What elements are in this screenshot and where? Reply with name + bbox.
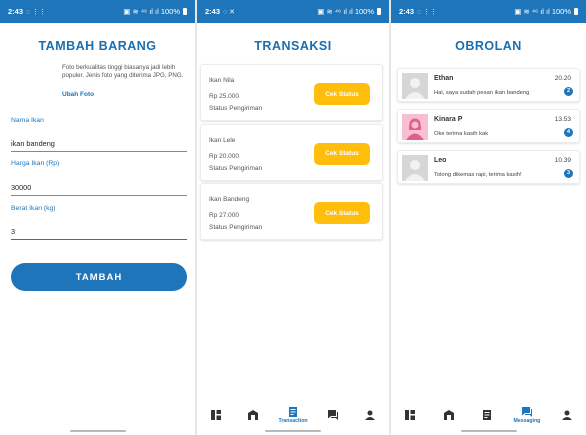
transaction-list: Ikan Nila Rp 25.000 Status Pengiriman Ce… [200, 64, 383, 243]
nav-messaging[interactable]: Messaging [513, 406, 541, 424]
nav-messaging[interactable] [321, 410, 345, 420]
transaction-item-name: Ikan Nila [209, 77, 235, 84]
home-indicator[interactable] [460, 429, 517, 432]
transaction-item-status: Status Pengiriman [209, 105, 263, 112]
unread-badge: 4 [564, 128, 573, 137]
messaging-icon [521, 406, 532, 417]
profile-icon [561, 410, 572, 420]
notification-icons: ◌ ⋮⋮ [26, 8, 47, 16]
transaction-icon [483, 410, 492, 420]
transaction-item-status: Status Pengiriman [209, 164, 263, 172]
page-title: OBROLAN [455, 39, 522, 53]
transaction-card: Ikan Lele Rp 20.000 Status Pengiriman Ce… [200, 123, 383, 181]
screen-obrolan: 2:43 ◌ ⋮⋮ ▣ ≋ ⁴⁶ ıl ıl 100% OBROLAN Etha… [391, 0, 586, 435]
nav-transaction[interactable] [475, 410, 499, 420]
unread-badge: 2 [564, 87, 573, 96]
chat-item[interactable]: Leo Tolong dikemas rapi, terima kasih! 1… [397, 150, 580, 184]
nav-store[interactable] [437, 410, 461, 420]
check-status-button[interactable]: Cek Status [314, 83, 370, 105]
screen-tambah-barang: 2:43 ◌ ⋮⋮ ▣ ≋ ⁴⁶ ıl ıl 100% TAMBAH BARAN… [0, 0, 195, 435]
fish-name-input[interactable] [11, 137, 187, 152]
check-status-button[interactable]: Cek Status [314, 202, 370, 224]
transaction-item-status: Status Pengiriman [209, 224, 263, 231]
nav-dashboard[interactable] [398, 410, 422, 420]
battery-icon [183, 8, 187, 15]
chat-item[interactable]: Kinara P Oke terima kasih kak 13.53 4 [397, 109, 580, 143]
home-indicator[interactable] [265, 429, 321, 432]
status-bar: 2:43 ◌ ✕ ▣ ≋ ⁴⁶ ıl ıl 100% [197, 0, 389, 23]
profile-icon [365, 410, 376, 420]
change-photo-link[interactable]: Ubah Foto [62, 91, 94, 98]
nav-store[interactable] [241, 410, 265, 420]
battery-icon [377, 8, 381, 15]
nav-profile[interactable] [555, 410, 579, 420]
status-time: 2:43 [8, 7, 24, 16]
nav-transaction[interactable]: Transaction [278, 406, 308, 424]
transaction-item-price: Rp 25.000 [209, 93, 239, 100]
check-status-button[interactable]: Cek Status [314, 142, 370, 165]
battery-text: 100% [551, 7, 571, 16]
bottom-nav: Transaction [197, 403, 389, 427]
chat-message: Tolong dikemas rapi, terima kasih! [434, 172, 522, 178]
page-title: TAMBAH BARANG [38, 39, 157, 53]
transaction-item-price: Rp 27.000 [209, 212, 239, 219]
transaction-card: Ikan Bandeng Rp 27.000 Status Pengiriman… [200, 183, 383, 240]
status-time: 2:43 [205, 7, 221, 16]
notification-icons: ◌ ⋮⋮ [417, 8, 438, 16]
status-bar: 2:43 ◌ ⋮⋮ ▣ ≋ ⁴⁶ ıl ıl 100% [391, 0, 586, 23]
signal-icons: ▣ ≋ ⁴⁶ ıl ıl [317, 7, 353, 16]
fish-price-label: Harga Ikan (Rp) [11, 160, 60, 167]
transaction-item-price: Rp 20.000 [209, 152, 239, 160]
battery-text: 100% [160, 7, 180, 16]
battery-text: 100% [354, 7, 374, 16]
transaction-card: Ikan Nila Rp 25.000 Status Pengiriman Ce… [200, 64, 383, 121]
notification-icons: ◌ ✕ [223, 8, 235, 16]
chat-time: 20.20 [554, 75, 571, 82]
female-avatar [402, 114, 428, 140]
signal-icons: ▣ ≋ ⁴⁶ ıl ıl [123, 7, 159, 16]
chat-item[interactable]: Ethan Hai, saya sudah pesan ikan bandeng… [397, 68, 580, 102]
default-avatar [402, 73, 428, 99]
store-icon [443, 410, 454, 420]
transaction-icon [289, 406, 297, 417]
status-time: 2:43 [399, 7, 415, 16]
status-right: ▣ ≋ ⁴⁶ ıl ıl 100% [514, 7, 578, 16]
photo-note: Foto berkualitas tinggi biasanya jadi le… [62, 64, 184, 79]
bottom-nav: Messaging [391, 403, 586, 427]
nav-transaction-label: Transaction [278, 417, 308, 424]
fish-weight-input[interactable] [11, 225, 187, 240]
fish-price-input[interactable] [11, 181, 187, 196]
transaction-item-name: Ikan Bandeng [209, 196, 250, 203]
fish-weight-label: Berat Ikan (kg) [11, 205, 56, 212]
screen-transaksi: 2:43 ◌ ✕ ▣ ≋ ⁴⁶ ıl ıl 100% TRANSAKSI Ika… [197, 0, 389, 435]
nav-profile[interactable] [358, 410, 382, 420]
nav-messaging-label: Messaging [513, 417, 541, 424]
default-avatar [402, 155, 428, 181]
chat-name: Ethan [434, 75, 454, 82]
home-indicator[interactable] [69, 429, 126, 432]
add-button[interactable]: TAMBAH [11, 263, 187, 291]
signal-icons: ▣ ≋ ⁴⁶ ıl ıl [514, 7, 550, 16]
transaction-item-name: Ikan Lele [209, 136, 236, 144]
dashboard-icon [405, 410, 416, 420]
page-title: TRANSAKSI [254, 39, 332, 53]
messaging-icon [327, 410, 338, 420]
chat-name: Leo [434, 157, 447, 164]
chat-message: Oke terima kasih kak [434, 131, 489, 137]
status-bar: 2:43 ◌ ⋮⋮ ▣ ≋ ⁴⁶ ıl ıl 100% [0, 0, 195, 23]
chat-name: Kinara P [434, 116, 463, 123]
status-right: ▣ ≋ ⁴⁶ ıl ıl 100% [123, 7, 187, 16]
dashboard-icon [210, 410, 221, 420]
nav-dashboard[interactable] [204, 410, 228, 420]
chat-time: 13.53 [554, 116, 571, 123]
chat-list: Ethan Hai, saya sudah pesan ikan bandeng… [397, 68, 580, 191]
battery-icon [574, 8, 578, 15]
status-right: ▣ ≋ ⁴⁶ ıl ıl 100% [317, 7, 381, 16]
unread-badge: 3 [564, 169, 573, 178]
fish-name-label: Nama Ikan [11, 117, 44, 124]
chat-time: 10.39 [554, 157, 571, 164]
store-icon [248, 410, 259, 420]
chat-message: Hai, saya sudah pesan ikan bandeng [434, 90, 530, 96]
screens-container: 2:43 ◌ ⋮⋮ ▣ ≋ ⁴⁶ ıl ıl 100% TAMBAH BARAN… [0, 0, 586, 435]
